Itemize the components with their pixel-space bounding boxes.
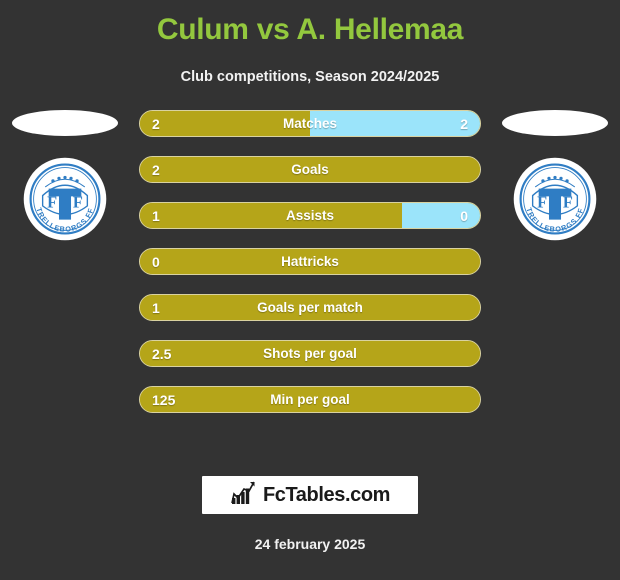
stat-label: Assists [285,208,335,223]
stat-row: 2.5 Shots per goal [139,340,481,367]
stat-row: 2 Matches 2 [139,110,481,137]
svg-text:F: F [73,193,83,212]
stat-row: 125 Min per goal [139,386,481,413]
stat-label: Shots per goal [263,346,357,361]
report-date: 24 february 2025 [254,536,366,552]
stat-label: Goals per match [257,300,363,315]
home-player-photo [12,110,118,136]
page-header: Culum vs A. Hellemaa Club competitions, … [0,0,620,86]
page-subtitle: Club competitions, Season 2024/2025 [180,69,440,85]
stat-label: Goals [291,162,329,177]
away-club-crest: F F TRELLEBORGS FF [512,156,598,242]
stats-list: 2 Matches 2 2 Goals 1 Assists 0 0 Hattri… [139,110,481,413]
home-club-crest: F F TRELLEBORGS FF [22,156,108,242]
stat-label: Min per goal [270,392,350,407]
bar-chart-arrow-icon [230,481,256,510]
fctables-brand-label: FcTables.com [262,483,391,506]
svg-text:F: F [537,193,547,212]
comparison-area: F F TRELLEBORGS FF 2 Matches 2 2 Goals 1… [0,110,620,420]
stat-label: Hattricks [281,254,339,269]
page-footer: FcTables.com 24 february 2025 [0,476,620,580]
fctables-brand[interactable]: FcTables.com [202,476,418,514]
svg-text:F: F [563,193,573,212]
stat-away-value: 0 [460,207,468,224]
stat-row: 2 Goals [139,156,481,183]
stat-row: 0 Hattricks [139,248,481,275]
home-player-column: F F TRELLEBORGS FF [0,110,130,400]
stat-row: 1 Goals per match [139,294,481,321]
stat-away-value: 2 [460,115,468,132]
stat-label: Matches [282,116,338,131]
away-player-photo [502,110,608,136]
away-player-column: F F TRELLEBORGS FF [490,110,620,400]
stat-row: 1 Assists 0 [139,202,481,229]
svg-text:F: F [47,193,57,212]
page-title: Culum vs A. Hellemaa [156,13,464,46]
